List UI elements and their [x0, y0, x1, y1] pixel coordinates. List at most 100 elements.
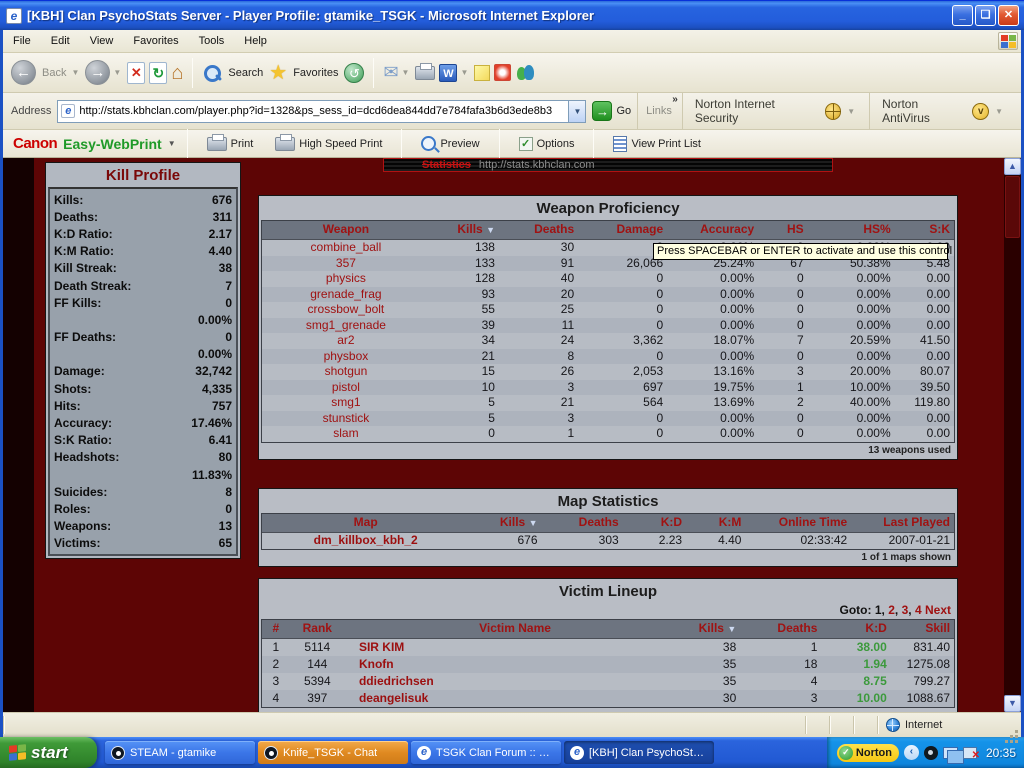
map-link[interactable]: dm_killbox_kbh_2 — [262, 533, 469, 549]
weapon-link[interactable]: crossbow_bolt — [262, 302, 430, 318]
forward-button[interactable]: → ▼ — [85, 60, 123, 85]
weapon-link[interactable]: physics — [262, 271, 430, 287]
victim-name-link[interactable]: ddiedrichsen — [345, 673, 671, 690]
canon-dropdown-icon[interactable]: ▼ — [168, 139, 176, 148]
weapon-link[interactable]: stunstick — [262, 411, 430, 427]
col-skill[interactable]: Skill — [893, 620, 954, 638]
col-weapon[interactable]: Weapon — [262, 221, 430, 239]
col-km[interactable]: K:M — [692, 514, 751, 532]
page-scrollbar[interactable]: ▲ ▼ — [1004, 158, 1021, 712]
address-url[interactable]: http://stats.kbhclan.com/player.php?id=1… — [79, 105, 568, 117]
weapon-link[interactable]: slam — [262, 426, 430, 442]
links-toolbar[interactable]: » Links — [637, 93, 682, 129]
next-page-link[interactable]: Next — [925, 603, 951, 617]
col-accuracy[interactable]: Accuracy — [677, 221, 764, 239]
weapon-link[interactable]: 357 — [262, 256, 430, 272]
task-forum[interactable]: e TSGK Clan Forum :: Vi... — [411, 741, 561, 764]
col-kd[interactable]: K:D — [633, 514, 692, 532]
resize-grip[interactable] — [1007, 713, 1021, 737]
victim-name-link[interactable]: Knofn — [345, 656, 671, 673]
forward-dropdown-icon[interactable]: ▼ — [113, 68, 121, 77]
maximize-button[interactable]: ❑ — [975, 5, 996, 26]
print-button[interactable] — [415, 66, 435, 80]
norton-internet-security-toolbar[interactable]: Norton Internet Security ▼ — [682, 93, 869, 129]
history-button[interactable]: ↺ — [344, 63, 364, 83]
mail-dropdown-icon[interactable]: ▼ — [402, 68, 410, 77]
nis-dropdown-icon[interactable]: ▼ — [847, 107, 855, 116]
weapon-link[interactable]: grenade_frag — [262, 287, 430, 303]
col-kills[interactable]: Kills ▼ — [469, 514, 553, 532]
task-steam[interactable]: STEAM - gtamike — [105, 741, 255, 764]
word-dropdown-icon[interactable]: ▼ — [460, 68, 468, 77]
page-2-link[interactable]: 2 — [888, 603, 895, 617]
minimize-button[interactable]: _ — [952, 5, 973, 26]
weapon-link[interactable]: combine_ball — [262, 240, 430, 256]
col-map[interactable]: Map — [262, 514, 469, 532]
options-button[interactable]: ✓ Options — [511, 137, 583, 151]
victim-name-link[interactable]: deangelisuk — [345, 690, 671, 707]
col-sk[interactable]: S:K — [901, 221, 954, 239]
col-victim-name[interactable]: Victim Name — [345, 620, 671, 638]
back-button[interactable]: ← Back ▼ — [11, 60, 81, 85]
scrollbar-thumb[interactable] — [1005, 176, 1020, 238]
col-kills[interactable]: Kills ▼ — [671, 620, 752, 638]
links-overflow-chevron[interactable]: » — [672, 94, 678, 105]
col-deaths[interactable]: Deaths — [554, 514, 633, 532]
address-dropdown-icon[interactable]: ▼ — [568, 101, 585, 122]
canon-print-button[interactable]: Print — [199, 137, 262, 151]
view-print-list-button[interactable]: View Print List — [605, 136, 709, 152]
victim-name-link[interactable]: SIR KIM — [345, 639, 671, 656]
menu-view[interactable]: View — [80, 30, 124, 52]
col-hs-pct[interactable]: HS% — [814, 221, 901, 239]
col-online-time[interactable]: Online Time — [751, 514, 855, 532]
menu-help[interactable]: Help — [234, 30, 277, 52]
refresh-button[interactable]: ↻ — [149, 62, 167, 84]
col-num[interactable]: # — [262, 620, 290, 638]
col-last-played[interactable]: Last Played — [855, 514, 954, 532]
edit-with-word-button[interactable]: W ▼ — [439, 64, 470, 82]
network-alert-icon[interactable] — [963, 747, 977, 759]
menu-file[interactable]: File — [3, 30, 41, 52]
favorites-button[interactable]: ★ Favorites — [269, 60, 340, 85]
messenger-button[interactable] — [515, 64, 535, 82]
col-kd[interactable]: K:D — [831, 620, 892, 638]
scroll-up-icon[interactable]: ▲ — [1004, 158, 1021, 175]
col-kills[interactable]: Kills ▼ — [430, 221, 509, 239]
norton-antivirus-toolbar[interactable]: Norton AntiVirus v ▼ — [869, 93, 1017, 129]
col-hs[interactable]: HS — [764, 221, 813, 239]
weapon-link[interactable]: pistol — [262, 380, 430, 396]
page-4-link[interactable]: 4 — [915, 603, 922, 617]
weapon-link[interactable]: smg1 — [262, 395, 430, 411]
stop-button[interactable]: ✕ — [127, 62, 145, 84]
tray-collapse-icon[interactable]: ‹ — [904, 745, 919, 760]
easy-webprint-button[interactable] — [494, 64, 511, 81]
high-speed-print-button[interactable]: High Speed Print — [267, 137, 390, 151]
discuss-note-button[interactable] — [474, 65, 490, 81]
col-damage[interactable]: Damage — [588, 221, 677, 239]
search-button[interactable]: Search — [202, 63, 265, 83]
network-tray-icon[interactable] — [943, 747, 958, 759]
scroll-down-icon[interactable]: ▼ — [1004, 695, 1021, 712]
menu-tools[interactable]: Tools — [189, 30, 235, 52]
menu-favorites[interactable]: Favorites — [123, 30, 188, 52]
back-dropdown-icon[interactable]: ▼ — [71, 68, 79, 77]
menu-edit[interactable]: Edit — [41, 30, 80, 52]
col-rank[interactable]: Rank — [290, 620, 345, 638]
nav-dropdown-icon[interactable]: ▼ — [995, 107, 1003, 116]
weapon-link[interactable]: physbox — [262, 349, 430, 365]
close-button[interactable]: ✕ — [998, 5, 1019, 26]
col-deaths[interactable]: Deaths — [752, 620, 831, 638]
preview-button[interactable]: Preview — [413, 136, 487, 151]
task-psychostats[interactable]: e [KBH] Clan PsychoSta... — [564, 741, 714, 764]
start-button[interactable]: start — [0, 737, 97, 768]
home-button[interactable]: ⌂ — [171, 62, 183, 84]
norton-tray-badge[interactable]: ✓ Norton — [837, 744, 899, 762]
steam-tray-icon[interactable] — [924, 746, 938, 760]
weapon-link[interactable]: smg1_grenade — [262, 318, 430, 334]
weapon-link[interactable]: shotgun — [262, 364, 430, 380]
weapon-link[interactable]: ar2 — [262, 333, 430, 349]
go-button[interactable]: → Go — [592, 101, 631, 121]
address-input[interactable]: e http://stats.kbhclan.com/player.php?id… — [57, 100, 586, 123]
mail-button[interactable]: ✉ ▼ — [383, 62, 411, 83]
col-deaths[interactable]: Deaths — [509, 221, 588, 239]
